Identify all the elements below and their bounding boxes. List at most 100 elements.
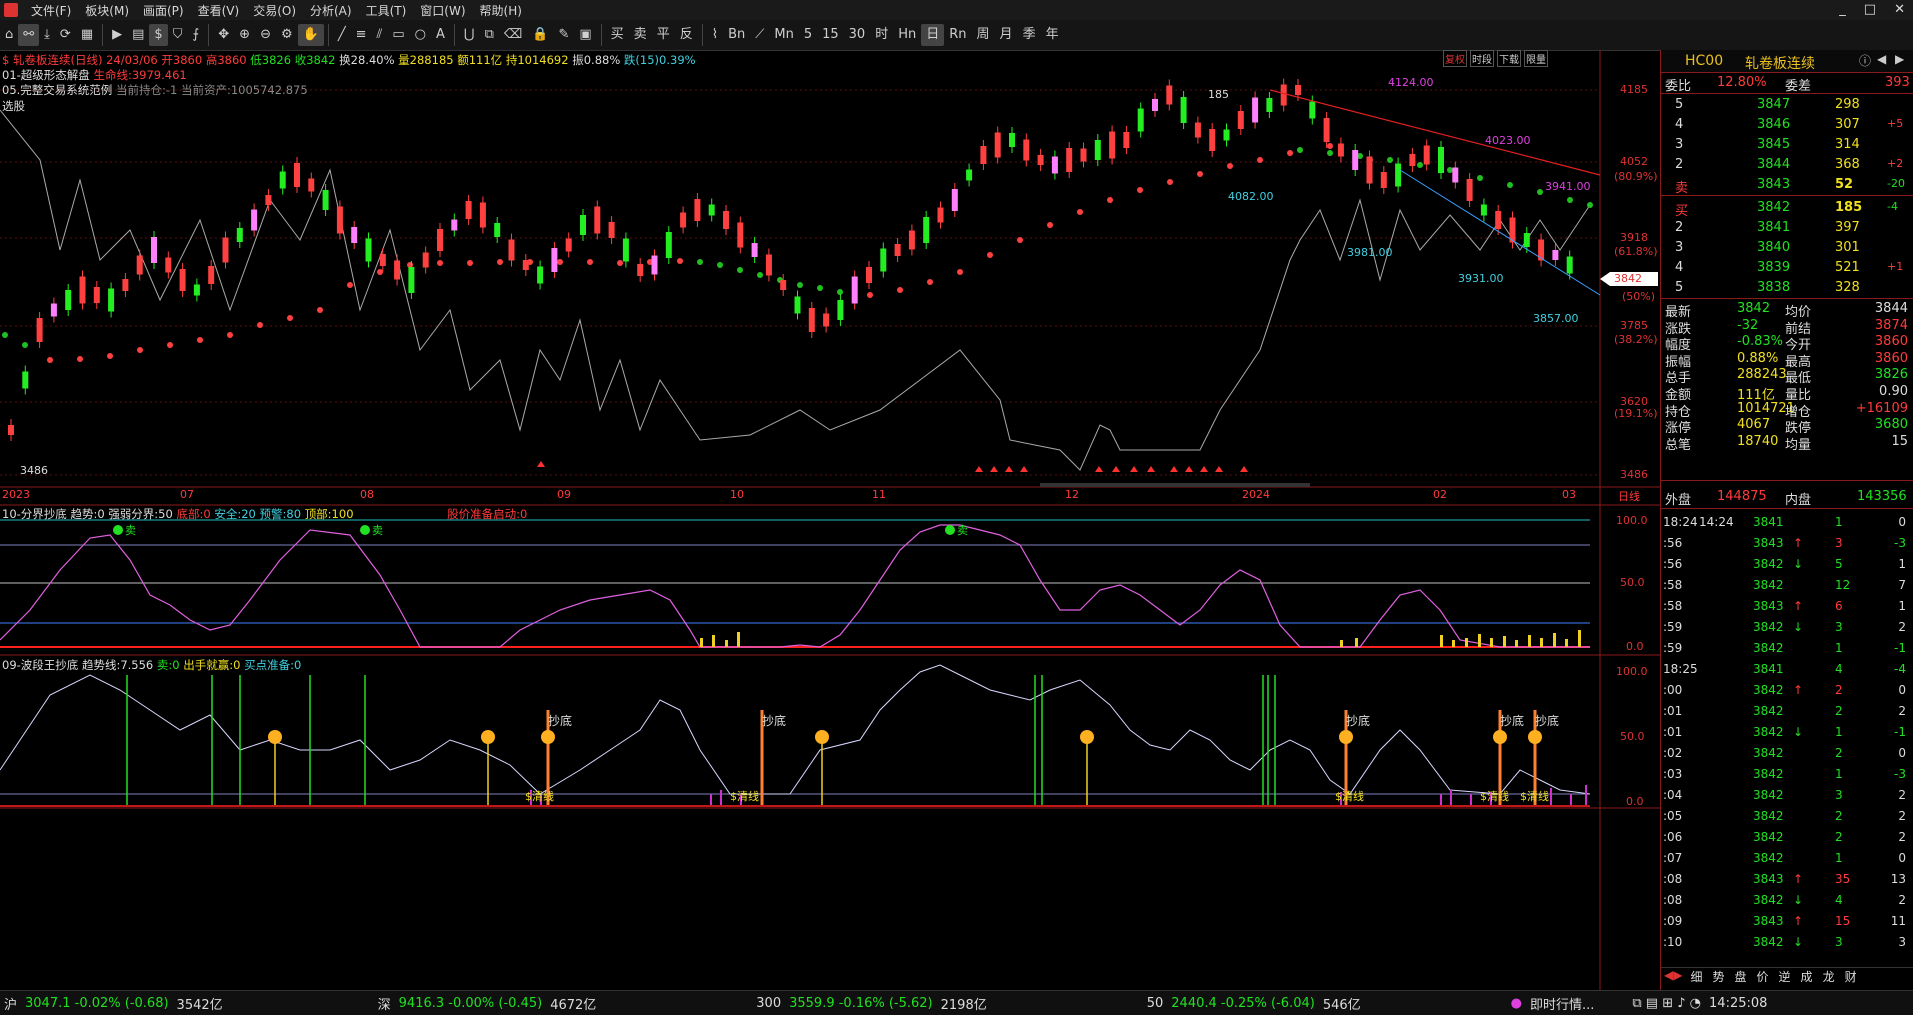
status-icons[interactable]: ⧉ ▤ ⊞ ♪ ◔ [1632, 996, 1701, 1011]
menu-view[interactable]: 查看(V) [191, 2, 247, 19]
menu-trade[interactable]: 交易(O) [246, 2, 303, 19]
pen-icon[interactable]: ✎ [553, 24, 574, 46]
copy-icon[interactable]: ⧉ [480, 24, 499, 46]
bid-row[interactable]: 5 3838 328 [1661, 278, 1913, 298]
menu-sector[interactable]: 板块(M) [78, 2, 136, 19]
tick-list[interactable]: 18:24 14:24 3841 1 0:56 3843 ↑ 3 -3:56 3842 ↓ 5 1:58… [1661, 512, 1913, 958]
hand-icon[interactable]: ✋ [297, 24, 324, 46]
period-day[interactable]: 日 [921, 24, 945, 46]
quote-tab[interactable]: 细 [1685, 968, 1707, 986]
play-icon[interactable]: ▶ [107, 24, 127, 46]
sh-index[interactable]: 3047.1 -0.02% (-0.68) [25, 996, 169, 1011]
info-icon[interactable]: ⓘ [1859, 52, 1871, 69]
tick-time: :00 [1663, 683, 1683, 697]
magnet-icon[interactable]: ⋃ [459, 24, 480, 46]
candle-body [1438, 147, 1444, 173]
menu-window[interactable]: 窗口(W) [413, 2, 472, 19]
quote-tab[interactable]: 龙 [1818, 968, 1840, 986]
settings-icon[interactable]: ⚙ [276, 24, 298, 46]
erase-icon[interactable]: ⌫ [499, 24, 527, 46]
link-icon[interactable]: ⚯ [18, 24, 40, 46]
filter-icon[interactable]: ⛉ [168, 24, 188, 46]
period-5[interactable]: 5 [799, 24, 817, 46]
ask-row[interactable]: 5 3847 298 [1661, 95, 1913, 115]
period-15[interactable]: 15 [817, 24, 844, 46]
ask-row[interactable]: 3 3845 314 [1661, 135, 1913, 155]
chevron-left-icon[interactable]: ◀ [1877, 52, 1886, 66]
minimize-button[interactable]: _ [1839, 2, 1846, 17]
session-button[interactable]: 时段 [1470, 50, 1494, 67]
close-button[interactable]: ✕ [1894, 2, 1905, 17]
menu-analysis[interactable]: 分析(A) [303, 2, 359, 19]
period-bn[interactable]: Bn [723, 24, 750, 46]
download-icon[interactable]: ⤓ [39, 24, 55, 46]
line-tool-icon[interactable]: ╱ [333, 24, 351, 46]
quote-tab[interactable]: 盘 [1730, 968, 1752, 986]
limit-button[interactable]: 限量 [1524, 50, 1548, 67]
period-hn[interactable]: Hn [893, 24, 921, 46]
circle-tool-icon[interactable]: ○ [410, 24, 431, 46]
quote-tab[interactable]: 势 [1707, 968, 1729, 986]
chart-type-icon[interactable]: ⌇ [707, 24, 723, 46]
period-mn[interactable]: Mn [769, 24, 798, 46]
ask-row[interactable]: 2 3844 368 +2 [1661, 155, 1913, 175]
lock-icon[interactable]: 🔒 [527, 24, 553, 46]
doc-icon[interactable]: ▤ [127, 24, 149, 46]
quote-tab[interactable]: 财 [1840, 968, 1862, 986]
formula-icon[interactable]: ⨍ [187, 24, 204, 46]
quote-tab[interactable]: 价 [1752, 968, 1774, 986]
zoom-in-icon[interactable]: ⊕ [234, 24, 255, 46]
i300-index[interactable]: 3559.9 -0.16% (-5.62) [789, 996, 933, 1011]
period-season[interactable]: 季 [1018, 24, 1041, 46]
sell-button[interactable]: 卖 [629, 24, 652, 46]
adjust-button[interactable]: 复权 [1443, 50, 1467, 67]
ask-row[interactable]: 4 3846 307 +5 [1661, 115, 1913, 135]
home-icon[interactable]: ⌂ [0, 24, 18, 46]
fib-tool-icon[interactable]: ≡ [351, 24, 372, 46]
maximize-button[interactable]: □ [1864, 2, 1876, 17]
i50-index[interactable]: 2440.4 -0.25% (-6.04) [1171, 996, 1315, 1011]
sz-index[interactable]: 9416.3 -0.00% (-0.45) [399, 996, 543, 1011]
period-week[interactable]: 周 [972, 24, 995, 46]
line-chart-icon[interactable]: ⟋ [750, 24, 769, 46]
close-pos-button[interactable]: 平 [652, 24, 675, 46]
menu-view-screen[interactable]: 画面(P) [136, 2, 191, 19]
period-30[interactable]: 30 [844, 24, 871, 46]
period-year[interactable]: 年 [1041, 24, 1064, 46]
realtime-button[interactable]: 即时行情... [1530, 994, 1594, 1013]
tab-prev-icon[interactable]: ◀▶ [1661, 968, 1685, 986]
menu-tools[interactable]: 工具(T) [359, 2, 414, 19]
menu-file[interactable]: 文件(F) [24, 2, 78, 19]
bid-row[interactable]: 买 3842 185 -4 [1661, 198, 1913, 219]
zoom-out-icon[interactable]: ⊖ [255, 24, 276, 46]
grid-icon[interactable]: ▦ [76, 24, 98, 46]
sub2-title[interactable]: 09-波段王抄底 [2, 658, 78, 672]
indicator2-name[interactable]: 05.完整交易系统范例 [2, 83, 112, 97]
refresh-icon[interactable]: ⟳ [55, 24, 76, 46]
period-hour[interactable]: 时 [870, 24, 893, 46]
period-month[interactable]: 月 [995, 24, 1018, 46]
dollar-icon[interactable]: $ [149, 24, 168, 46]
menu-help[interactable]: 帮助(H) [473, 2, 529, 19]
chevron-right-icon[interactable]: ▶ [1895, 52, 1904, 66]
period-rn[interactable]: Rn [944, 24, 971, 46]
download-button[interactable]: 下载 [1497, 50, 1521, 67]
candle-body [236, 228, 243, 242]
rect-tool-icon[interactable]: ▭ [387, 24, 409, 46]
buy-button[interactable]: 买 [606, 24, 629, 46]
text-tool-icon[interactable]: A [431, 24, 450, 46]
save-icon[interactable]: ▣ [574, 24, 596, 46]
bid-row[interactable]: 2 3841 397 [1661, 218, 1913, 238]
parallel-tool-icon[interactable]: ⫽ [372, 24, 388, 46]
bid-row[interactable]: 4 3839 521 +1 [1661, 258, 1913, 278]
reverse-button[interactable]: 反 [675, 24, 698, 46]
indicator1-name[interactable]: 01-超级形态解盘 [2, 68, 90, 82]
quote-tab[interactable]: 逆 [1774, 968, 1796, 986]
sub1-title[interactable]: 10-分界抄底 [2, 507, 67, 521]
move-icon[interactable]: ✥ [213, 24, 234, 46]
ask-row[interactable]: 卖 3843 52 -20 [1661, 175, 1913, 196]
candle-body [808, 308, 815, 332]
quote-tab[interactable]: 成 [1796, 968, 1818, 986]
bid-row[interactable]: 3 3840 301 [1661, 238, 1913, 258]
chart-area[interactable]: $ 轧卷板连续(日线) 24/03/06 开3860 高3860 低3826 收… [0, 50, 1660, 990]
